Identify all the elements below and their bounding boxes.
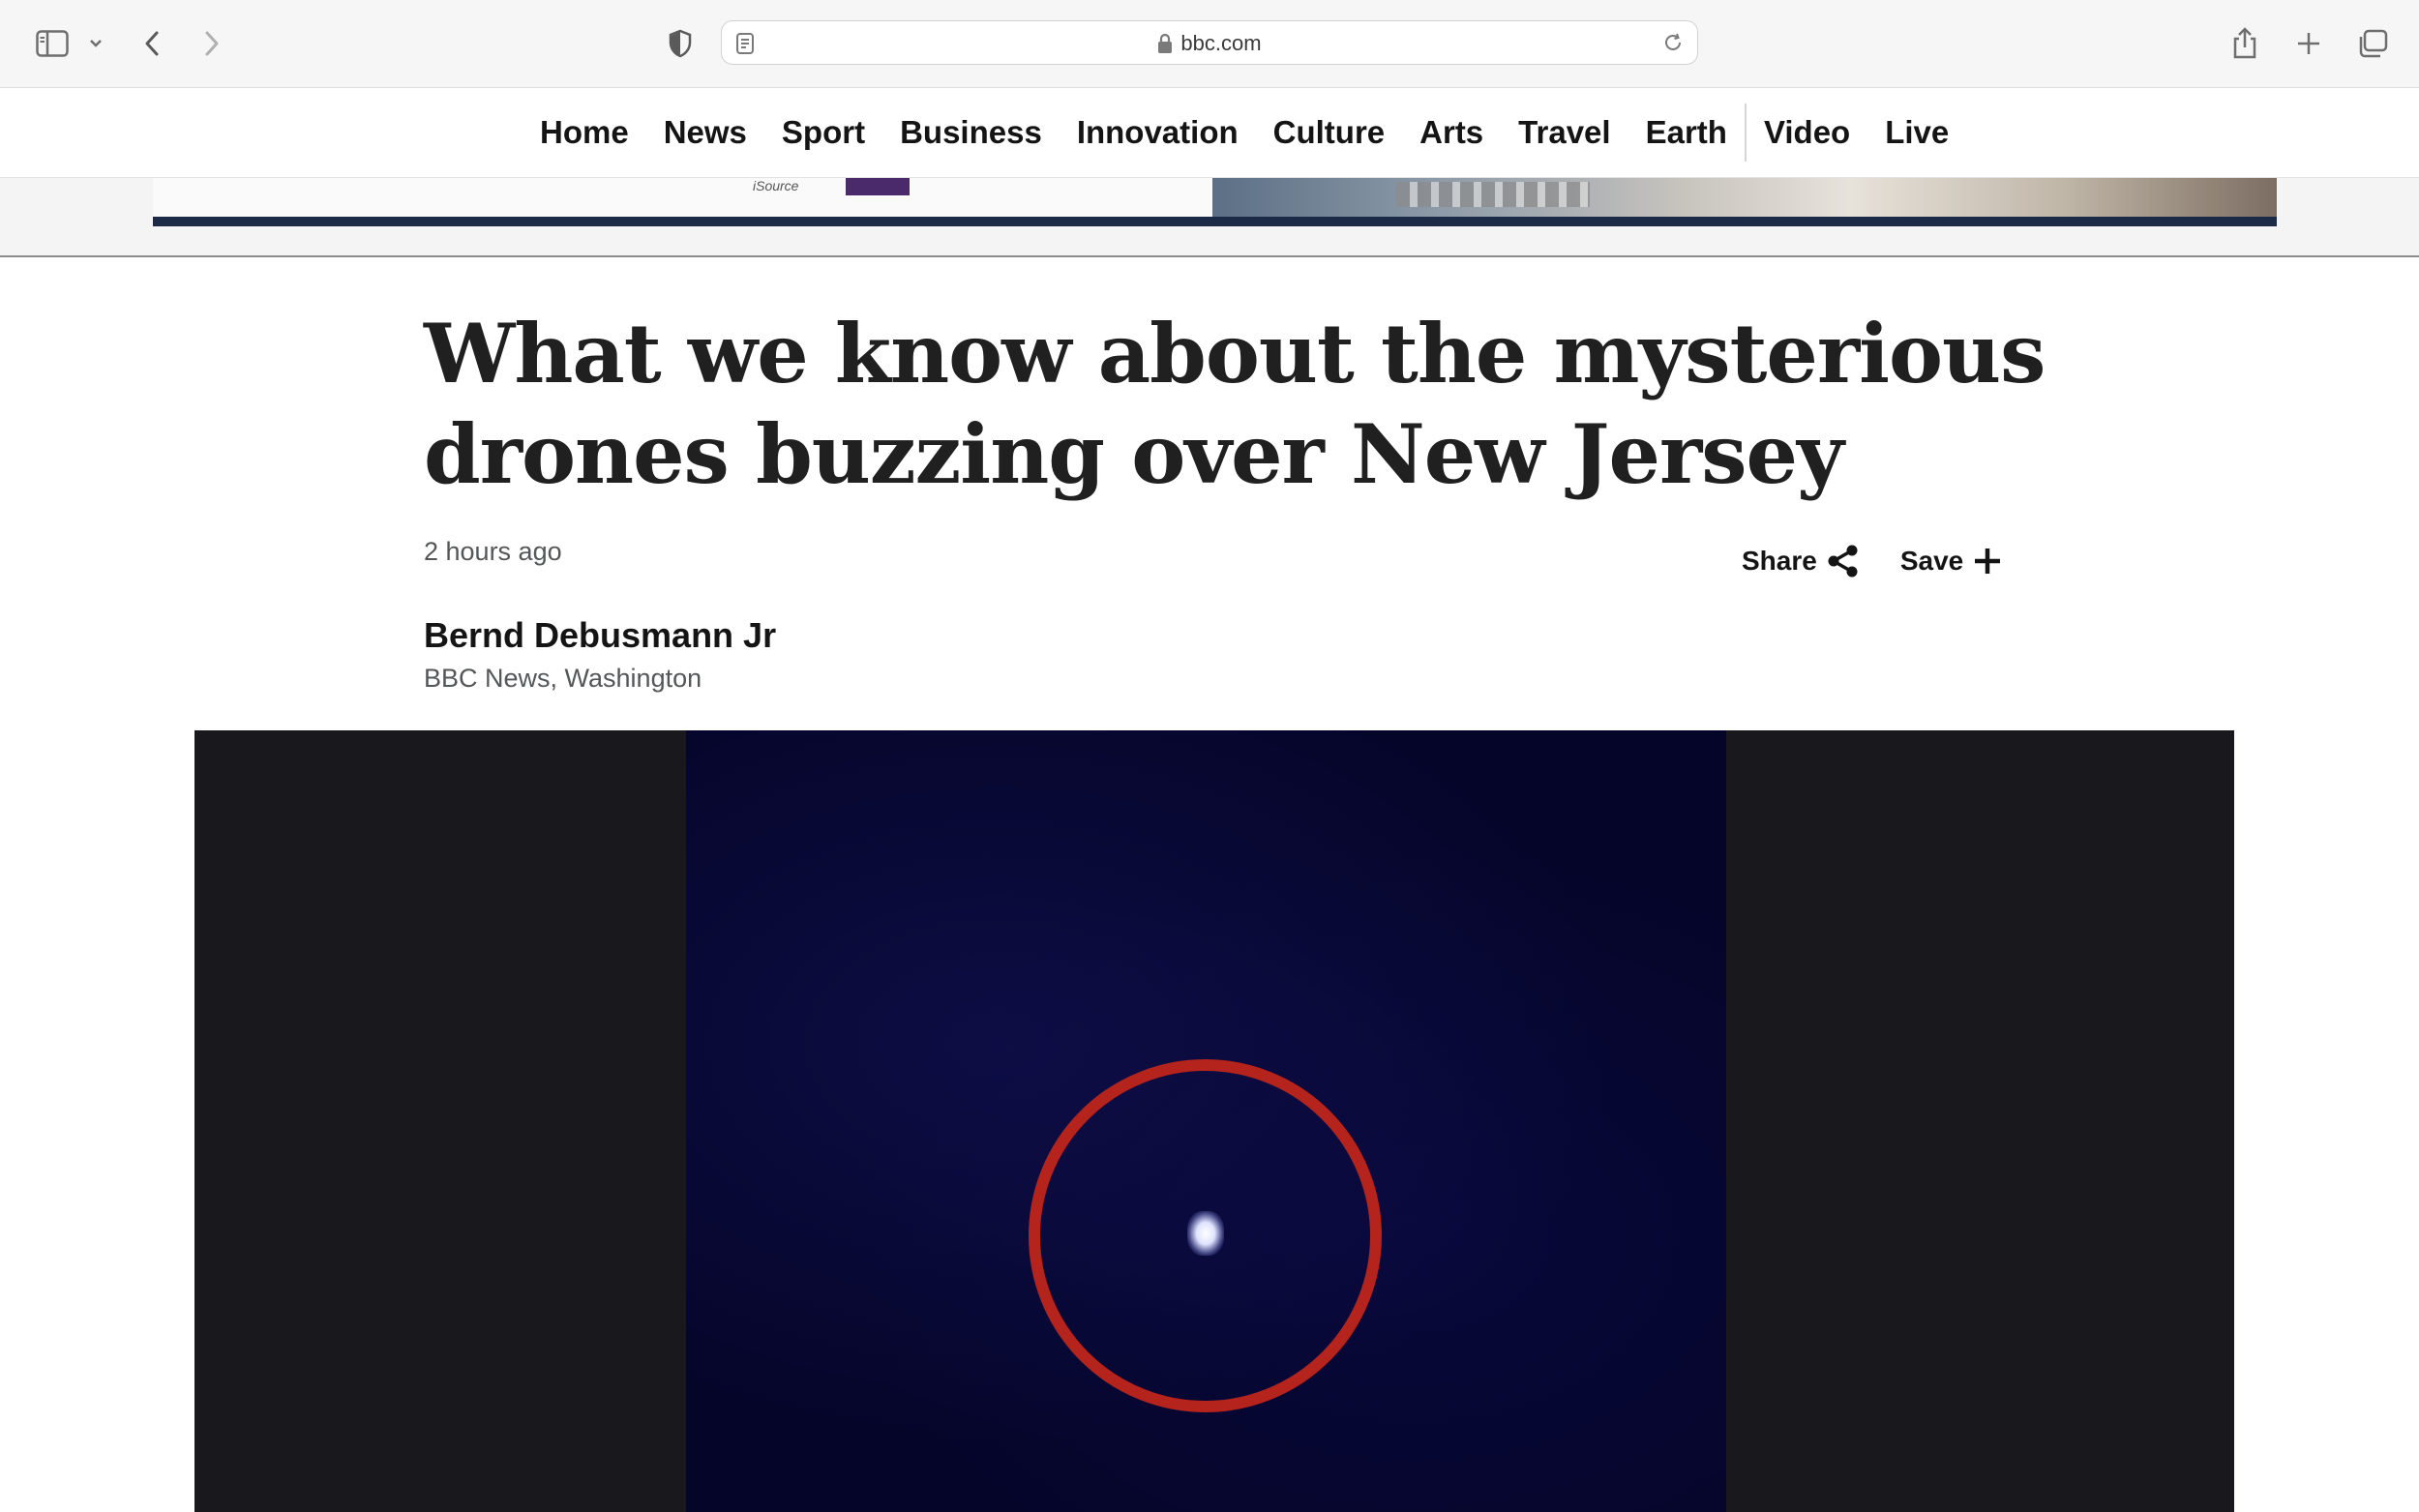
site-navigation: Home News Sport Business Innovation Cult… (0, 88, 2419, 178)
new-tab-icon[interactable] (2291, 19, 2326, 68)
nav-item-live[interactable]: Live (1867, 104, 1966, 162)
author-name[interactable]: Bernd Debusmann Jr (424, 615, 776, 656)
share-button[interactable]: Share (1742, 544, 1860, 578)
drone-light (1187, 1211, 1224, 1256)
chevron-down-icon[interactable] (85, 19, 106, 68)
ad-logo: iSource (753, 178, 799, 193)
plus-icon (1975, 548, 2001, 574)
url-display: bbc.com (722, 21, 1697, 66)
advertisement-banner[interactable]: iSource (0, 178, 2419, 257)
article-actions: Share Save (1742, 544, 2002, 578)
reload-icon[interactable] (1662, 32, 1684, 58)
nav-item-news[interactable]: News (646, 104, 764, 162)
ad-bottom-bar (153, 217, 2277, 226)
article-hero-image (194, 730, 2234, 1512)
nav-item-arts[interactable]: Arts (1402, 104, 1501, 162)
browser-toolbar: bbc.com (0, 0, 2419, 88)
article-timestamp: 2 hours ago (424, 537, 562, 566)
nav-item-video[interactable]: Video (1744, 104, 1867, 162)
forward-icon[interactable] (197, 19, 226, 68)
nav-item-business[interactable]: Business (882, 104, 1060, 162)
url-text: bbc.com (1180, 31, 1262, 55)
share-icon[interactable] (2227, 19, 2262, 68)
share-nodes-icon (1828, 545, 1858, 578)
nav-item-earth[interactable]: Earth (1628, 104, 1745, 162)
lock-icon (1158, 33, 1173, 53)
nav-item-home[interactable]: Home (523, 104, 646, 162)
nav-item-culture[interactable]: Culture (1256, 104, 1403, 162)
address-bar[interactable]: bbc.com (721, 20, 1698, 65)
share-label: Share (1742, 546, 1817, 576)
nav-item-sport[interactable]: Sport (764, 104, 882, 162)
tab-overview-icon[interactable] (2353, 19, 2392, 68)
nav-item-innovation[interactable]: Innovation (1060, 104, 1256, 162)
back-icon[interactable] (137, 19, 166, 68)
save-button[interactable]: Save (1900, 546, 2002, 577)
ad-keyboard-graphic (1396, 182, 1590, 207)
article-headline: What we know about the mysterious drones… (424, 306, 2046, 502)
privacy-shield-icon[interactable] (664, 19, 697, 68)
nav-item-travel[interactable]: Travel (1501, 104, 1628, 162)
ad-logo-badge (846, 178, 910, 195)
author-role: BBC News, Washington (424, 664, 702, 693)
save-label: Save (1899, 546, 1964, 576)
sidebar-toggle-icon[interactable] (31, 19, 74, 68)
